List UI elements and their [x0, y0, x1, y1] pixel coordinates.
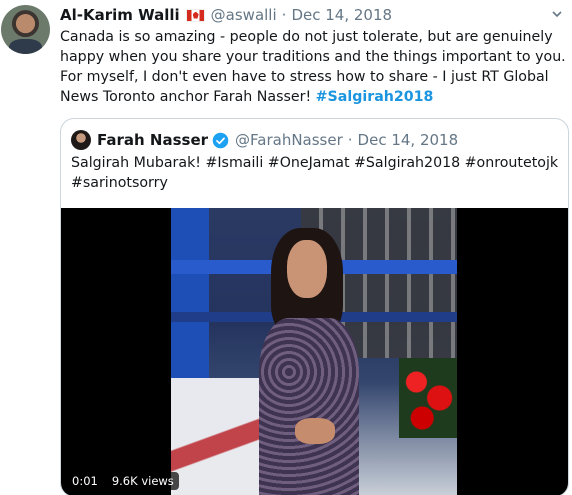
quoted-name[interactable]: Farah Nasser: [97, 131, 208, 149]
video-views: 9.6K views: [106, 472, 179, 490]
author-name[interactable]: Al-Karim Walli: [60, 6, 180, 24]
author-avatar[interactable]: [1, 5, 50, 54]
quoted-tweet[interactable]: Farah Nasser @FarahNasser · Dec 14, 2018…: [60, 118, 569, 495]
tweet-body: Canada is so amazing - people do not jus…: [60, 29, 566, 105]
separator-dot: ·: [347, 131, 353, 149]
video-badges: 0:01 9.6K views: [67, 472, 179, 490]
chevron-down-icon[interactable]: [551, 8, 563, 20]
quoted-date[interactable]: Dec 14, 2018: [358, 131, 459, 149]
verified-badge-icon: [212, 132, 229, 148]
anchor-sari: [259, 318, 359, 495]
author-handle[interactable]: @aswalli: [211, 6, 277, 24]
tweet[interactable]: Al-Karim Walli @aswalli · Dec 14, 2018 C…: [0, 0, 572, 495]
quoted-avatar[interactable]: [71, 130, 91, 150]
video-player[interactable]: 0:01 9.6K views: [61, 208, 568, 495]
news-anchor: [253, 228, 363, 495]
anchor-hands: [295, 418, 335, 444]
poinsettia-flowers: [399, 358, 457, 438]
quoted-header: Farah Nasser @FarahNasser · Dec 14, 2018: [71, 129, 458, 151]
separator-dot: ·: [281, 6, 287, 24]
quoted-text: Salgirah Mubarak! #Ismaili #OneJamat #Sa…: [71, 155, 559, 191]
video-time: 0:01: [67, 472, 103, 490]
quoted-handle[interactable]: @FarahNasser: [235, 131, 343, 149]
avatar-shirt: [9, 39, 42, 54]
anchor-face: [287, 240, 327, 298]
canada-flag-icon: [185, 8, 205, 22]
hashtag-link[interactable]: #Salgirah2018: [316, 89, 434, 105]
video-frame: [171, 208, 457, 495]
tweet-date[interactable]: Dec 14, 2018: [291, 6, 392, 24]
tweet-text: Canada is so amazing - people do not jus…: [60, 27, 568, 107]
tweet-header: Al-Karim Walli @aswalli · Dec 14, 2018: [60, 5, 392, 25]
